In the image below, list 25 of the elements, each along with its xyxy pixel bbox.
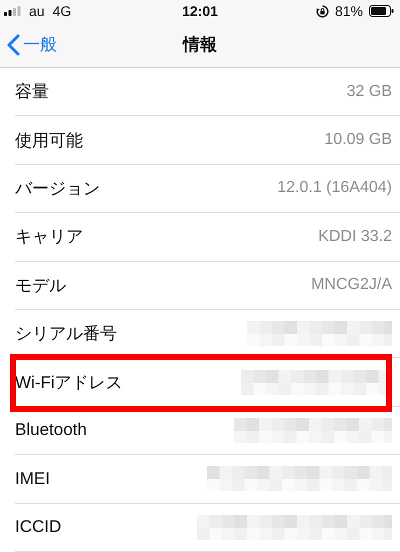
row-label: 使用可能 bbox=[15, 130, 83, 152]
row-value: MNCG2J/A bbox=[311, 276, 392, 294]
back-button[interactable]: 一般 bbox=[0, 33, 57, 56]
carrier-name: au bbox=[29, 3, 45, 19]
chevron-icon bbox=[7, 34, 20, 56]
rotation-lock-icon bbox=[316, 4, 329, 18]
network-type: 4G bbox=[52, 3, 72, 19]
row-label: Wi-Fiアドレス bbox=[15, 372, 123, 394]
row-label: シリアル番号 bbox=[15, 323, 117, 346]
page-title: 情報 bbox=[181, 34, 218, 56]
row-label: 容量 bbox=[15, 81, 49, 104]
signal-icon bbox=[4, 6, 21, 16]
row-value: KDDI 33.2 bbox=[318, 228, 392, 246]
row-label: モデル bbox=[15, 274, 66, 297]
row-label: Bluetooth bbox=[15, 420, 87, 440]
row-value: 32 GB bbox=[346, 82, 392, 101]
status-time: 12:01 bbox=[181, 3, 219, 19]
row-label: ICCID bbox=[15, 517, 62, 538]
row-label: バージョン bbox=[15, 178, 100, 200]
row-label: IMEI bbox=[15, 468, 50, 489]
battery-icon bbox=[369, 5, 394, 17]
row-value: 12.0.1 (16A404) bbox=[277, 179, 392, 198]
battery-percent: 81% bbox=[334, 3, 363, 19]
row-value: 10.09 GB bbox=[324, 131, 392, 150]
row-label: キャリア bbox=[15, 226, 83, 248]
